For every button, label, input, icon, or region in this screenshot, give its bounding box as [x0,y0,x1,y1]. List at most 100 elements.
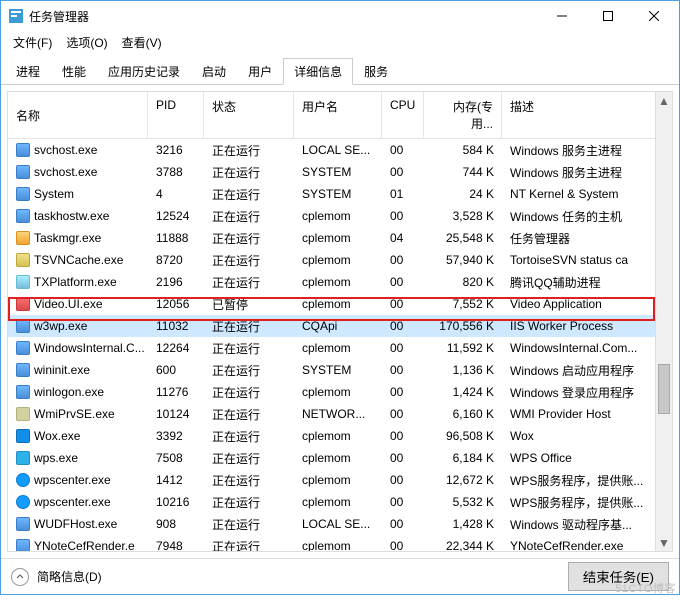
tab-2[interactable]: 应用历史记录 [97,58,191,85]
process-icon [16,385,30,399]
table-row[interactable]: Video.UI.exe12056已暂停cplemom007,552 KVide… [8,293,672,315]
proc-pid: 3788 [148,163,204,181]
table-row[interactable]: svchost.exe3788正在运行SYSTEM00744 KWindows … [8,161,672,183]
table-row[interactable]: wps.exe7508正在运行cplemom006,184 KWPS Offic… [8,447,672,469]
process-icon [16,319,30,333]
table-row[interactable]: Wox.exe3392正在运行cplemom0096,508 KWox [8,425,672,447]
titlebar[interactable]: 任务管理器 [1,1,679,31]
menu-options[interactable]: 选项(O) [60,32,113,53]
process-icon [16,253,30,267]
scroll-thumb[interactable] [658,364,670,414]
menu-view[interactable]: 查看(V) [116,32,168,53]
proc-desc: Windows 服务主进程 [502,162,672,183]
proc-user: cplemom [294,229,382,247]
proc-name: WmiPrvSE.exe [34,407,115,421]
proc-cpu: 01 [382,185,424,203]
close-button[interactable] [631,1,677,31]
process-icon [16,517,30,531]
proc-name: Video.UI.exe [34,297,103,311]
table-row[interactable]: WmiPrvSE.exe10124正在运行NETWOR...006,160 KW… [8,403,672,425]
tab-1[interactable]: 性能 [51,58,97,85]
table-row[interactable]: WUDFHost.exe908正在运行LOCAL SE...001,428 KW… [8,513,672,535]
proc-desc: Windows 登录应用程序 [502,382,672,403]
process-icon [16,539,30,552]
process-icon [16,165,30,179]
col-name[interactable]: 名称 [8,92,148,138]
table-row[interactable]: System4正在运行SYSTEM0124 KNT Kernel & Syste… [8,183,672,205]
tab-6[interactable]: 服务 [353,58,399,85]
proc-pid: 12524 [148,207,204,225]
col-desc[interactable]: 描述 [502,92,672,138]
proc-pid: 7948 [148,537,204,552]
proc-user: cplemom [294,383,382,401]
proc-desc: WPS服务程序，提供账... [502,470,672,491]
process-icon [16,143,30,157]
proc-pid: 12264 [148,339,204,357]
proc-user: cplemom [294,207,382,225]
proc-user: NETWOR... [294,405,382,423]
menu-file[interactable]: 文件(F) [7,32,58,53]
table-row[interactable]: TSVNCache.exe8720正在运行cplemom0057,940 KTo… [8,249,672,271]
proc-desc: Windows 服务主进程 [502,140,672,161]
proc-mem: 57,940 K [424,251,502,269]
proc-cpu: 00 [382,339,424,357]
proc-status: 正在运行 [204,316,294,337]
proc-name: Taskmgr.exe [34,231,101,245]
col-mem[interactable]: 内存(专用... [424,92,502,138]
table-row[interactable]: wininit.exe600正在运行SYSTEM001,136 KWindows… [8,359,672,381]
proc-cpu: 00 [382,427,424,445]
fewer-details-icon[interactable] [11,568,29,586]
proc-cpu: 00 [382,449,424,467]
proc-cpu: 00 [382,163,424,181]
minimize-button[interactable] [539,1,585,31]
col-status[interactable]: 状态 [204,92,294,138]
table-row[interactable]: TXPlatform.exe2196正在运行cplemom00820 K腾讯QQ… [8,271,672,293]
col-cpu[interactable]: CPU [382,92,424,138]
table-body: svchost.exe3216正在运行LOCAL SE...00584 KWin… [8,139,672,552]
proc-mem: 1,136 K [424,361,502,379]
tab-3[interactable]: 启动 [191,58,237,85]
proc-desc: WindowsInternal.Com... [502,339,672,357]
table-row[interactable]: WindowsInternal.C...12264正在运行cplemom0011… [8,337,672,359]
proc-pid: 10124 [148,405,204,423]
proc-cpu: 00 [382,251,424,269]
proc-mem: 1,428 K [424,515,502,533]
tab-4[interactable]: 用户 [237,58,283,85]
process-icon [16,451,30,465]
proc-pid: 3216 [148,141,204,159]
proc-desc: Windows 启动应用程序 [502,360,672,381]
table-row[interactable]: wpscenter.exe1412正在运行cplemom0012,672 KWP… [8,469,672,491]
proc-pid: 11276 [148,383,204,401]
proc-cpu: 00 [382,515,424,533]
proc-name: TXPlatform.exe [34,275,117,289]
tab-5[interactable]: 详细信息 [283,58,353,85]
maximize-button[interactable] [585,1,631,31]
scroll-up-icon[interactable]: ▲ [656,92,672,109]
proc-status: 正在运行 [204,162,294,183]
proc-pid: 11032 [148,317,204,335]
table-row[interactable]: taskhostw.exe12524正在运行cplemom003,528 KWi… [8,205,672,227]
col-user[interactable]: 用户名 [294,92,382,138]
table-row[interactable]: Taskmgr.exe11888正在运行cplemom0425,548 K任务管… [8,227,672,249]
process-icon [16,495,30,509]
vertical-scrollbar[interactable]: ▲ ▼ [655,92,672,551]
table-row[interactable]: wpscenter.exe10216正在运行cplemom005,532 KWP… [8,491,672,513]
proc-mem: 6,160 K [424,405,502,423]
proc-status: 正在运行 [204,140,294,161]
proc-status: 正在运行 [204,536,294,553]
scroll-down-icon[interactable]: ▼ [656,534,672,551]
process-icon [16,275,30,289]
proc-desc: WPS服务程序，提供账... [502,492,672,513]
table-row[interactable]: svchost.exe3216正在运行LOCAL SE...00584 KWin… [8,139,672,161]
table-row[interactable]: w3wp.exe11032正在运行CQApi00170,556 KIIS Wor… [8,315,672,337]
tab-0[interactable]: 进程 [5,58,51,85]
table-row[interactable]: winlogon.exe11276正在运行cplemom001,424 KWin… [8,381,672,403]
proc-desc: Video Application [502,295,672,313]
col-pid[interactable]: PID [148,92,204,138]
proc-user: LOCAL SE... [294,515,382,533]
table-row[interactable]: YNoteCefRender.e7948正在运行cplemom0022,344 … [8,535,672,552]
proc-user: LOCAL SE... [294,141,382,159]
proc-name: winlogon.exe [34,385,104,399]
fewer-details-link[interactable]: 简略信息(D) [37,568,102,585]
proc-cpu: 00 [382,141,424,159]
